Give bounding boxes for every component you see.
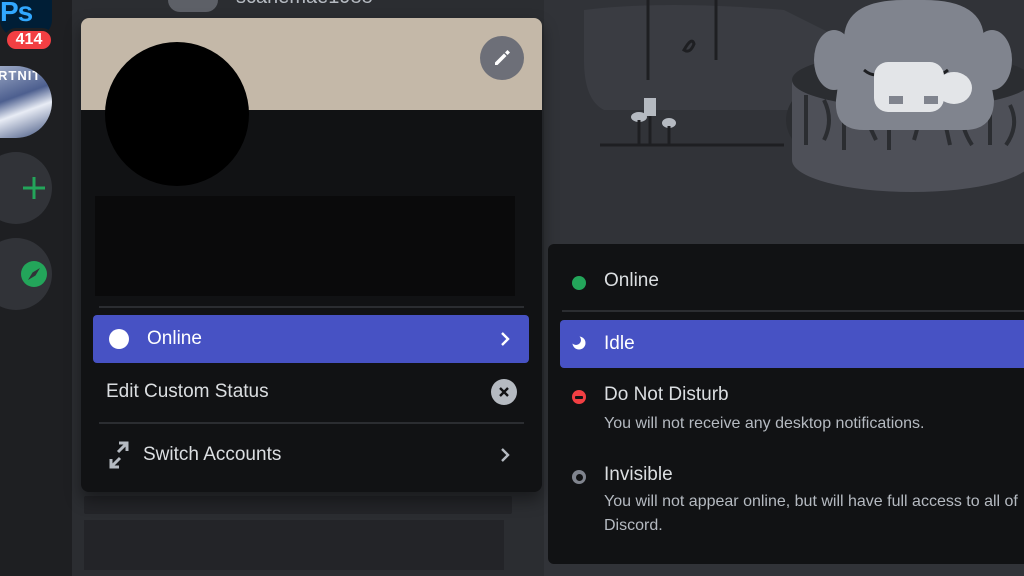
status-option-title: Idle [604,333,635,354]
compass-icon [21,261,47,287]
pencil-icon [495,50,510,65]
idle-moon-icon [572,336,586,350]
status-option-title: Invisible [604,464,673,485]
status-option-title: Do Not Disturb [604,384,729,405]
add-server-button[interactable] [0,152,52,224]
redacted-profile-info [95,196,515,296]
server-icon-fortnite[interactable]: RTNIT [0,66,52,138]
invisible-status-icon [572,470,586,484]
redacted-area [84,496,512,514]
status-option-invisible[interactable]: Invisible You will not appear online, bu… [560,462,1024,544]
wumpus-illustration [584,0,1024,192]
status-option-description: You will not appear online, but will hav… [604,493,1018,534]
discord-window: Ps 414 RTNIT scarlemae1988 [0,0,1024,576]
switch-accounts-menu-item[interactable]: Switch Accounts [93,431,529,479]
status-submenu: Online Idle Do Not Disturb You will not … [548,244,1024,564]
status-option-idle[interactable]: Idle [560,320,1024,368]
user-panel [84,520,504,570]
divider [562,310,1024,312]
switch-accounts-label: Switch Accounts [143,444,282,465]
set-status-menu-item[interactable]: Online [93,315,529,363]
server-ps-label: Ps [0,0,33,27]
server-fortnite-label: RTNIT [0,68,42,83]
avatar[interactable] [105,42,249,186]
dm-username: scarlemae1988 [236,0,373,9]
server-rail: Ps 414 RTNIT [0,0,72,576]
status-option-online[interactable]: Online [560,266,1024,298]
chevron-right-icon [501,332,510,346]
chevron-right-icon [501,448,510,462]
status-option-dnd[interactable]: Do Not Disturb You will not receive any … [560,380,1024,440]
profile-popout: Online Edit Custom Status Switch Account… [81,18,542,492]
switch-accounts-icon [109,441,129,469]
explore-servers-button[interactable] [0,238,52,310]
edit-custom-status-menu-item[interactable]: Edit Custom Status [93,368,529,416]
status-option-description: You will not receive any desktop notific… [604,415,925,432]
mention-badge: 414 [4,28,54,52]
status-label: Online [147,328,202,349]
dm-list-item[interactable]: scarlemae1988 [168,0,468,18]
dnd-status-icon [572,390,586,404]
plus-icon [23,177,45,199]
close-icon [499,387,509,397]
divider [99,306,524,308]
status-option-title: Online [604,270,659,291]
online-status-icon [572,276,586,290]
clear-custom-status-button[interactable] [491,379,517,405]
divider [99,422,524,424]
avatar [168,0,218,12]
custom-status-label: Edit Custom Status [106,381,269,402]
edit-profile-button[interactable] [480,36,524,80]
status-dot-icon [109,329,129,349]
